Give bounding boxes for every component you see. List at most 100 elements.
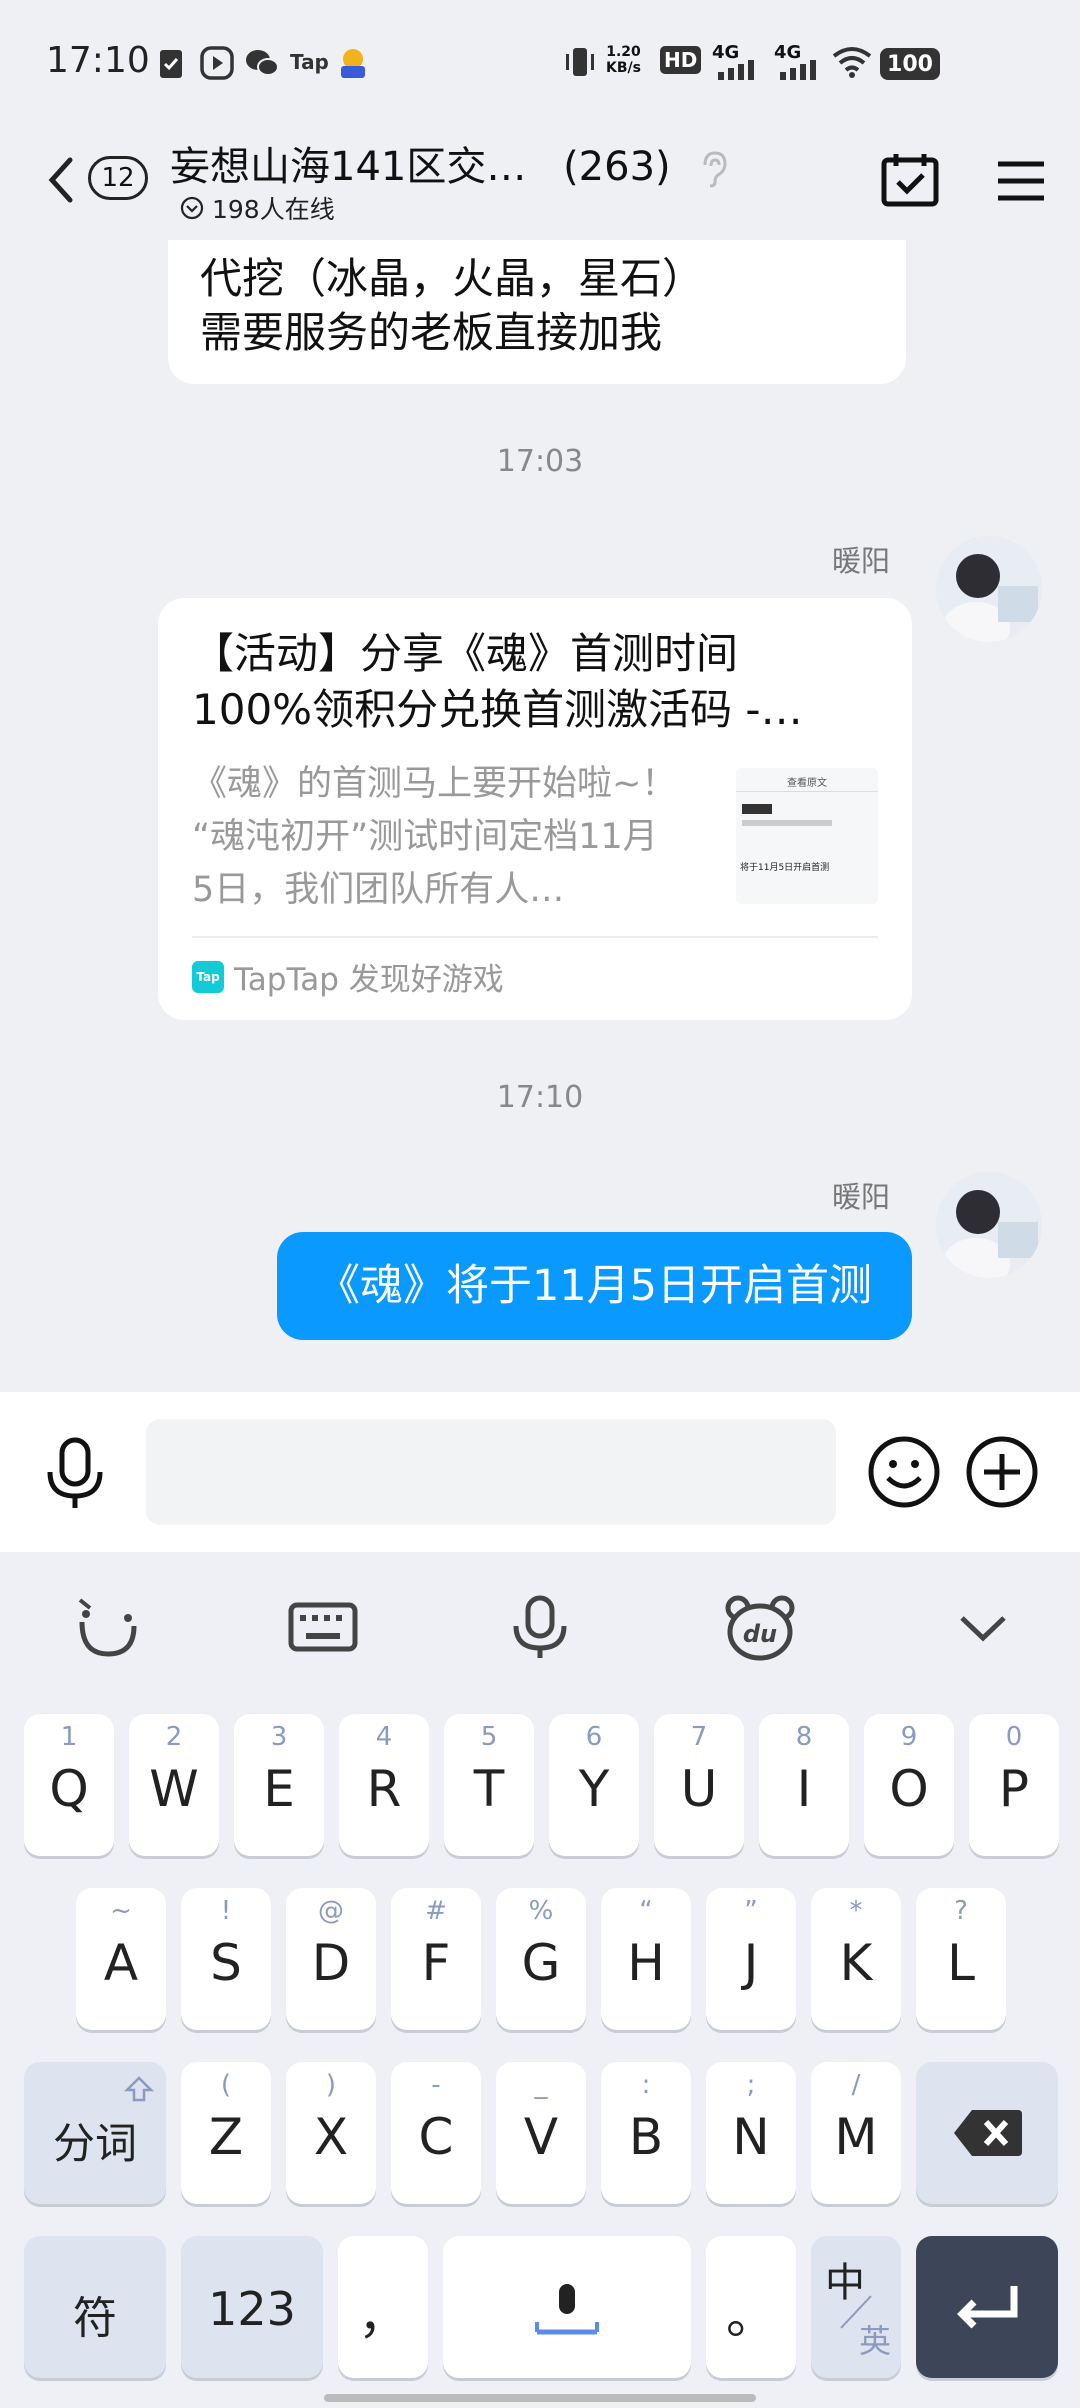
video-app-icon: [200, 46, 234, 80]
key-hint: :: [641, 2070, 651, 2100]
key-hint: /: [851, 2070, 861, 2100]
key-v[interactable]: _ V: [496, 2062, 586, 2204]
space-mic-icon: [535, 2284, 599, 2335]
share-card[interactable]: 【活动】分享《魂》首测时间 100%领积分兑换首测激活码 -… 《魂》的首测马上…: [158, 598, 912, 1020]
key-c[interactable]: -C: [391, 2062, 481, 2204]
key-a[interactable]: ~ A: [76, 1888, 166, 2030]
key-hint: @: [318, 1896, 344, 1926]
message-bubble-outgoing[interactable]: 《魂》将于11月5日开启首测: [277, 1232, 912, 1340]
key-h[interactable]: “H: [601, 1888, 691, 2030]
plus-icon[interactable]: [964, 1434, 1040, 1510]
key-d[interactable]: @ D: [286, 1888, 376, 2030]
keyboard-emoji-icon[interactable]: [76, 1592, 140, 1662]
avatar-image: [936, 1172, 1042, 1278]
key-i[interactable]: 8I: [759, 1714, 849, 1856]
key-y[interactable]: 6Y: [549, 1714, 639, 1856]
key-w[interactable]: 2W: [129, 1714, 219, 1856]
taptap-logo-icon: Tap: [192, 960, 224, 993]
key-j[interactable]: ” J: [706, 1888, 796, 2030]
key-hint: #: [425, 1896, 447, 1926]
key-x[interactable]: ) X: [286, 2062, 376, 2204]
symbol-key[interactable]: 符: [24, 2236, 166, 2378]
number-key[interactable]: 123: [181, 2236, 323, 2378]
network-speed: 1.20 KB/s: [606, 44, 641, 76]
key-label: Q: [49, 1760, 89, 1818]
key-label: P: [998, 1760, 1030, 1818]
key-p[interactable]: 0P: [969, 1714, 1059, 1856]
period-key[interactable]: 。: [706, 2236, 796, 2378]
wechat-icon: [246, 50, 279, 76]
key-s[interactable]: ! S: [181, 1888, 271, 2030]
key-label-alt: 英: [858, 2322, 891, 2360]
key-u[interactable]: 7U: [654, 1714, 744, 1856]
enter-key[interactable]: [916, 2236, 1058, 2378]
key-label: ，: [358, 2287, 408, 2345]
comma-key[interactable]: ，: [338, 2236, 428, 2378]
member-count: (263): [563, 144, 671, 190]
card-title-line: 100%领积分兑换首测激活码 -…: [192, 685, 803, 734]
key-label: O: [889, 1760, 929, 1818]
key-l[interactable]: ? L: [916, 1888, 1006, 2030]
voice-input-icon[interactable]: [44, 1436, 106, 1512]
message-bubble[interactable]: 代挖（冰晶，火晶，星石） 需要服务的老板直接加我: [168, 240, 906, 384]
key-label: 。: [726, 2287, 776, 2345]
backspace-icon: [954, 2110, 1022, 2156]
key-label: 分词: [52, 2119, 137, 2168]
key-label: U: [680, 1760, 718, 1818]
chat-title[interactable]: 妄想山海141区交… (263): [170, 134, 731, 192]
key-b[interactable]: :B: [601, 2062, 691, 2204]
calendar-check-icon[interactable]: [880, 150, 940, 210]
signal-bars-2-icon: [780, 60, 816, 80]
backspace-key[interactable]: [916, 2062, 1058, 2204]
key-hint: ): [325, 2070, 337, 2100]
key-label: X: [313, 2108, 349, 2166]
key-f[interactable]: # F: [391, 1888, 481, 2030]
keyboard-voice-icon[interactable]: [508, 1592, 572, 1662]
message-list[interactable]: 代挖（冰晶，火晶，星石） 需要服务的老板直接加我 17:03 暖阳 【活动】分享…: [0, 240, 1080, 1392]
key-t[interactable]: 5T: [444, 1714, 534, 1856]
hd-indicator: HD: [660, 46, 702, 74]
unread-count-badge[interactable]: 12: [88, 156, 148, 200]
thumbnail-avatar-block: [742, 804, 772, 814]
segment-key[interactable]: 分词: [24, 2062, 166, 2204]
key-n[interactable]: ; N: [706, 2062, 796, 2204]
card-source: Tap TapTap 发现好游戏: [192, 936, 878, 999]
wifi-icon: [832, 47, 872, 78]
space-key[interactable]: [443, 2236, 691, 2378]
key-z[interactable]: (Z: [181, 2062, 271, 2204]
key-g[interactable]: % G: [496, 1888, 586, 2030]
home-indicator[interactable]: [324, 2394, 756, 2402]
earpiece-mode-icon: [703, 151, 727, 188]
avatar-image: [936, 536, 1042, 642]
keyboard-collapse-icon[interactable]: [958, 1592, 1008, 1662]
keyboard-layout-icon[interactable]: [288, 1592, 358, 1662]
key-hint: ?: [954, 1896, 968, 1926]
key-label: Y: [578, 1760, 610, 1818]
key-hint: ~: [110, 1896, 132, 1926]
language-switch-key[interactable]: 中 英: [811, 2236, 901, 2378]
message-text-line: 需要服务的老板直接加我: [200, 308, 663, 357]
key-label: I: [796, 1760, 812, 1818]
emoji-icon[interactable]: [866, 1434, 942, 1510]
key-hint: -: [431, 2070, 441, 2100]
key-q[interactable]: 1Q: [24, 1714, 114, 1856]
chat-header: 12 妄想山海141区交… (263) 198人在线: [0, 120, 1080, 240]
key-r[interactable]: 4R: [339, 1714, 429, 1856]
avatar[interactable]: [936, 1172, 1042, 1278]
key-label: 符: [73, 2293, 117, 2344]
avatar[interactable]: [936, 536, 1042, 642]
key-k[interactable]: * K: [811, 1888, 901, 2030]
input-bar: [0, 1392, 1080, 1552]
message-text-line: 代挖（冰晶，火晶，星石）: [200, 254, 705, 303]
online-status[interactable]: 198人在线: [180, 190, 335, 226]
key-m[interactable]: / M: [811, 2062, 901, 2204]
key-o[interactable]: 9O: [864, 1714, 954, 1856]
baidu-bear-icon[interactable]: du: [724, 1592, 796, 1662]
key-e[interactable]: 3E: [234, 1714, 324, 1856]
message-input[interactable]: [146, 1419, 836, 1525]
menu-icon[interactable]: [996, 156, 1046, 206]
back-button[interactable]: [40, 150, 80, 210]
key-label: C: [418, 2108, 454, 2166]
taptap-notification-icon: Tap: [290, 50, 329, 74]
card-source-text: TapTap 发现好游戏: [234, 962, 504, 998]
